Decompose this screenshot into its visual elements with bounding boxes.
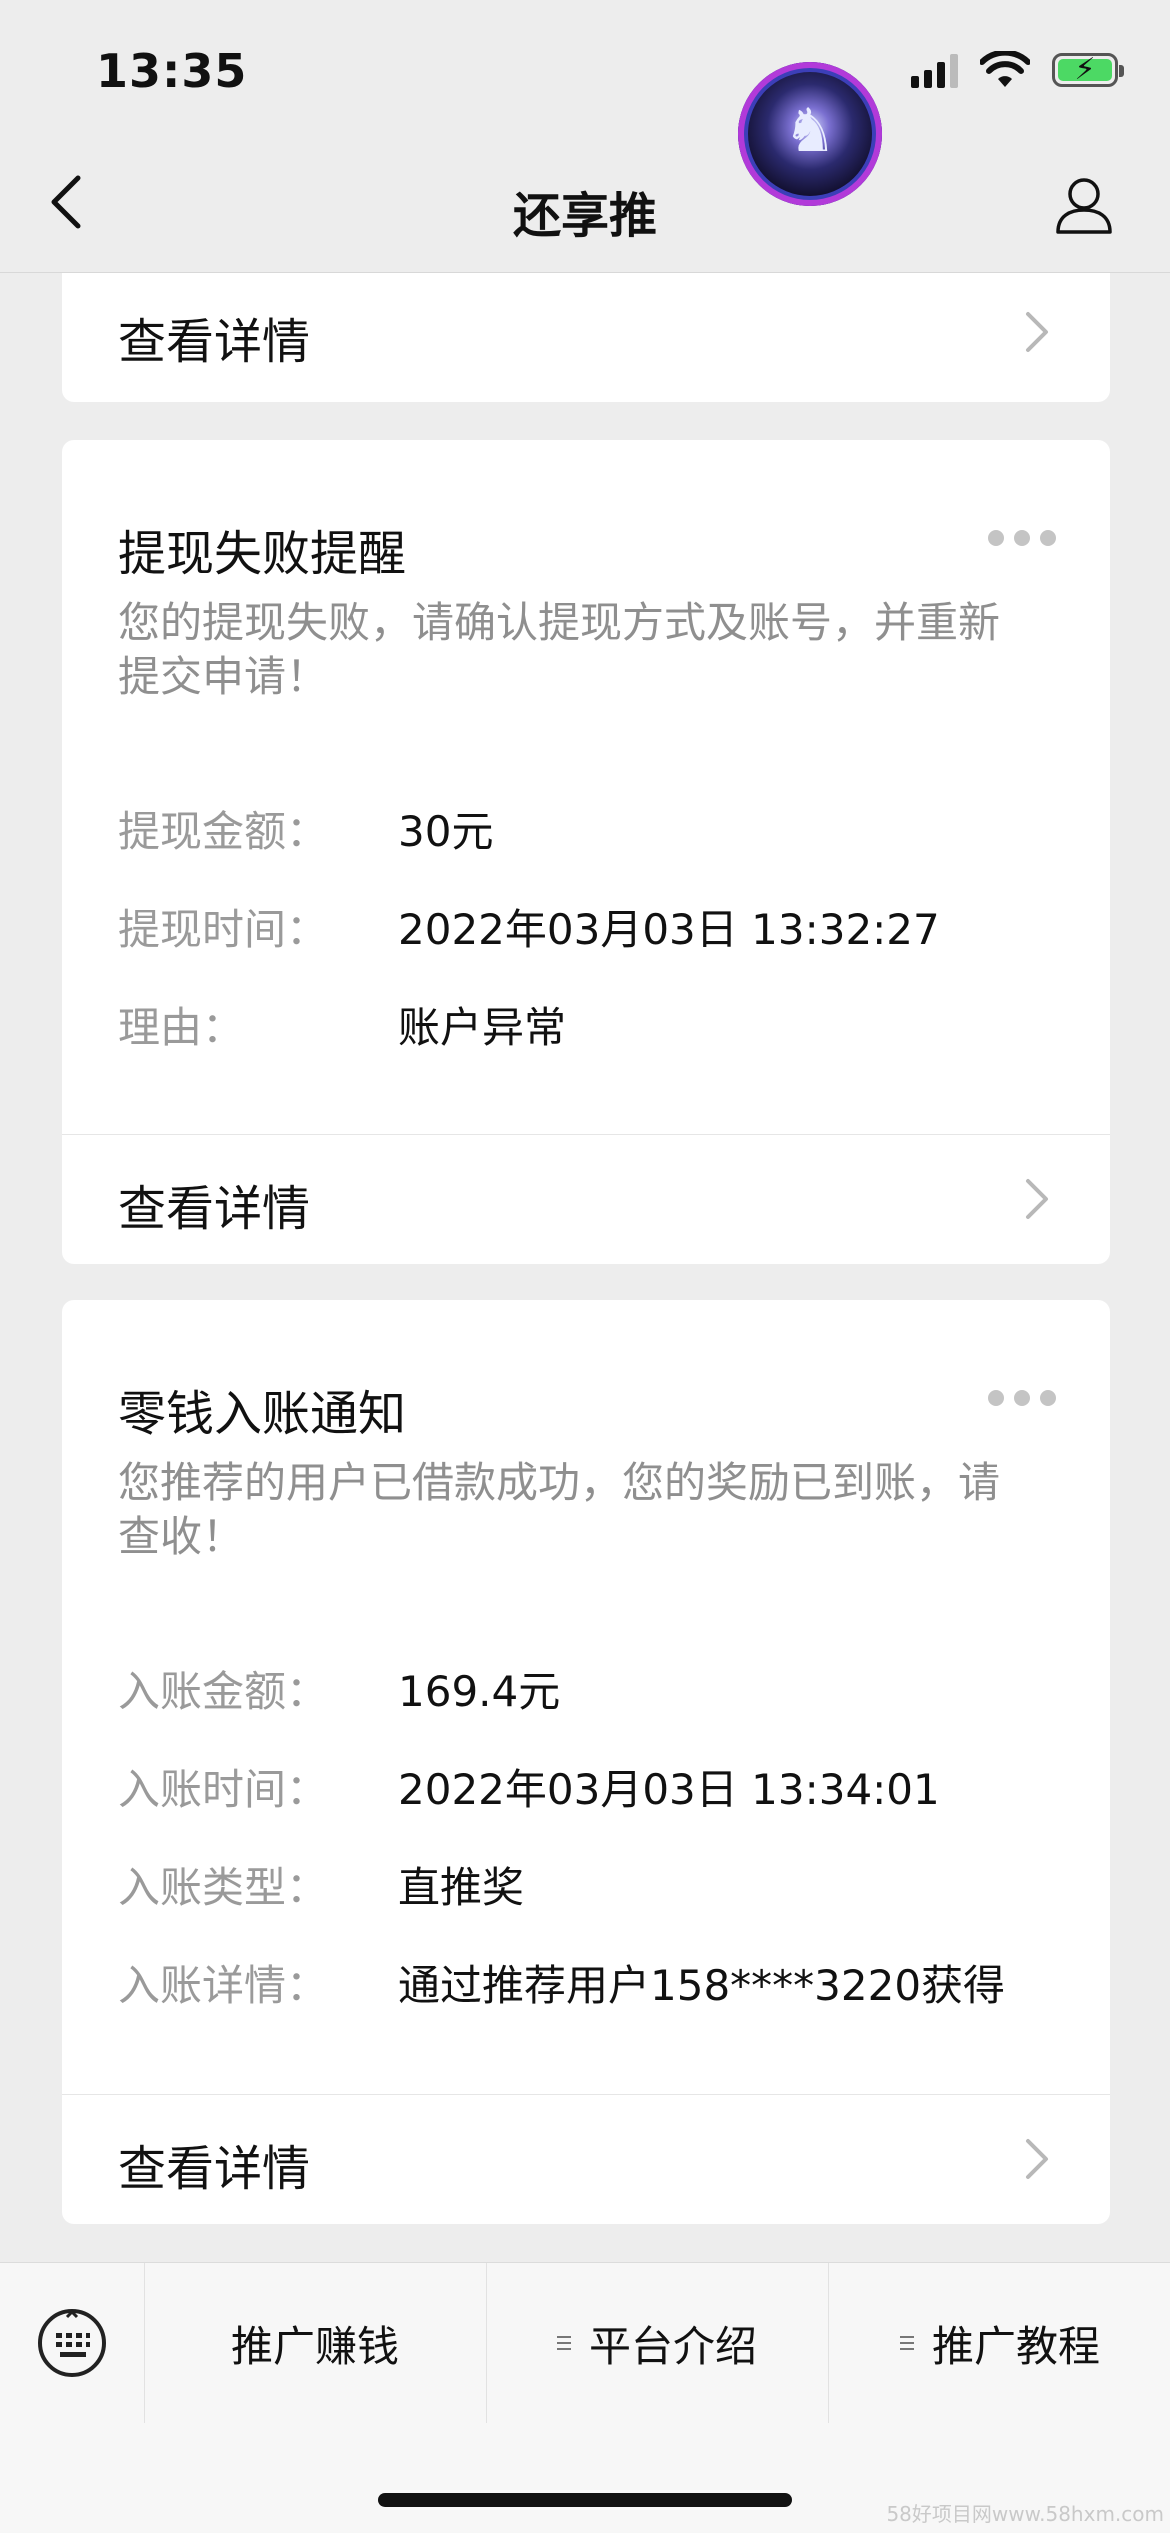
menu-item-label: 推广教程 (931, 2321, 1100, 2371)
field-key: 提现时间： (118, 905, 329, 954)
chevron-right-icon (1026, 2139, 1048, 2179)
view-details-label: 查看详情 (118, 2141, 311, 2197)
view-details-row[interactable]: 查看详情 (62, 268, 1110, 396)
field-value: 直推奖 (398, 1863, 525, 1912)
keyboard-icon[interactable] (36, 2307, 108, 2379)
field-value: 通过推荐用户158****3220获得 (398, 1961, 1006, 2010)
field-row: 入账时间： 2022年03月03日 13:34:01 (118, 1756, 940, 1817)
more-options-icon[interactable] (988, 530, 1056, 546)
card-description: 您推荐的用户已借款成功，您的奖励已到账，请查收！ (118, 1458, 1001, 1561)
menu-item-promote-earn[interactable]: 推广赚钱 (144, 2263, 485, 2423)
menu-item-promote-tutorial[interactable]: 推广教程 (828, 2263, 1170, 2423)
field-value: 169.4元 (398, 1667, 561, 1716)
user-profile-icon[interactable] (1052, 172, 1116, 236)
view-details-row[interactable]: 查看详情 (62, 2094, 1110, 2223)
menu-item-label: 平台介绍 (588, 2321, 757, 2371)
field-value: 账户异常 (398, 1003, 567, 1052)
field-row: 入账金额： 169.4元 (118, 1658, 560, 1719)
field-row: 理由： 账户异常 (118, 994, 566, 1055)
view-details-label: 查看详情 (118, 1181, 311, 1237)
income-notice-card: 零钱入账通知 您推荐的用户已借款成功，您的奖励已到账，请查收！ 入账金额： 16… (62, 1300, 1110, 2224)
page-title: 还享推 (512, 188, 657, 244)
view-details-label: 查看详情 (118, 314, 311, 370)
watermark: 58好项目网www.58hxm.com (886, 2502, 1164, 2526)
field-key: 入账类型： (118, 1863, 329, 1912)
submenu-icon (556, 2332, 571, 2354)
card-title: 提现失败提醒 (118, 526, 407, 582)
field-key: 入账金额： (118, 1667, 329, 1716)
withdraw-failure-card: 提现失败提醒 您的提现失败，请确认提现方式及账号，并重新提交申请！ 提现金额： … (62, 440, 1110, 1264)
wifi-icon (980, 51, 1030, 87)
field-row: 入账详情： 通过推荐用户158****3220获得 (118, 1952, 1005, 2013)
card-title: 零钱入账通知 (118, 1386, 407, 1442)
status-time: 13:35 (96, 44, 248, 98)
bottom-menu-bar: 推广赚钱 平台介绍 推广教程 58好项目网www.58hxm.com (0, 2262, 1170, 2533)
previous-card: 查看详情 (62, 260, 1110, 402)
field-row: 提现时间： 2022年03月03日 13:32:27 (118, 896, 940, 957)
submenu-icon (899, 2332, 914, 2354)
card-description: 您的提现失败，请确认提现方式及账号，并重新提交申请！ (118, 598, 1001, 701)
field-key: 入账详情： (118, 1961, 329, 2010)
home-indicator[interactable] (378, 2493, 792, 2507)
field-key: 理由： (118, 1003, 245, 1052)
field-row: 入账类型： 直推奖 (118, 1854, 524, 1915)
battery-icon: ⚡ (1052, 52, 1124, 87)
cellular-signal-icon (911, 52, 958, 88)
status-icons: ⚡ (911, 48, 1124, 92)
field-value: 30元 (398, 807, 494, 856)
chevron-right-icon (1026, 312, 1048, 352)
top-bar: 13:35 ⚡ ♞ 还享推 (0, 0, 1170, 273)
menu-item-label: 推广赚钱 (230, 2321, 399, 2371)
field-key: 提现金额： (118, 807, 329, 856)
menu-item-platform-intro[interactable]: 平台介绍 (486, 2263, 827, 2423)
more-options-icon[interactable] (988, 1390, 1056, 1406)
view-details-row[interactable]: 查看详情 (62, 1134, 1110, 1263)
field-row: 提现金额： 30元 (118, 798, 493, 859)
field-value: 2022年03月03日 13:34:01 (398, 1765, 940, 1814)
field-key: 入账时间： (118, 1765, 329, 1814)
chevron-right-icon (1026, 1179, 1048, 1219)
field-value: 2022年03月03日 13:32:27 (398, 905, 940, 954)
